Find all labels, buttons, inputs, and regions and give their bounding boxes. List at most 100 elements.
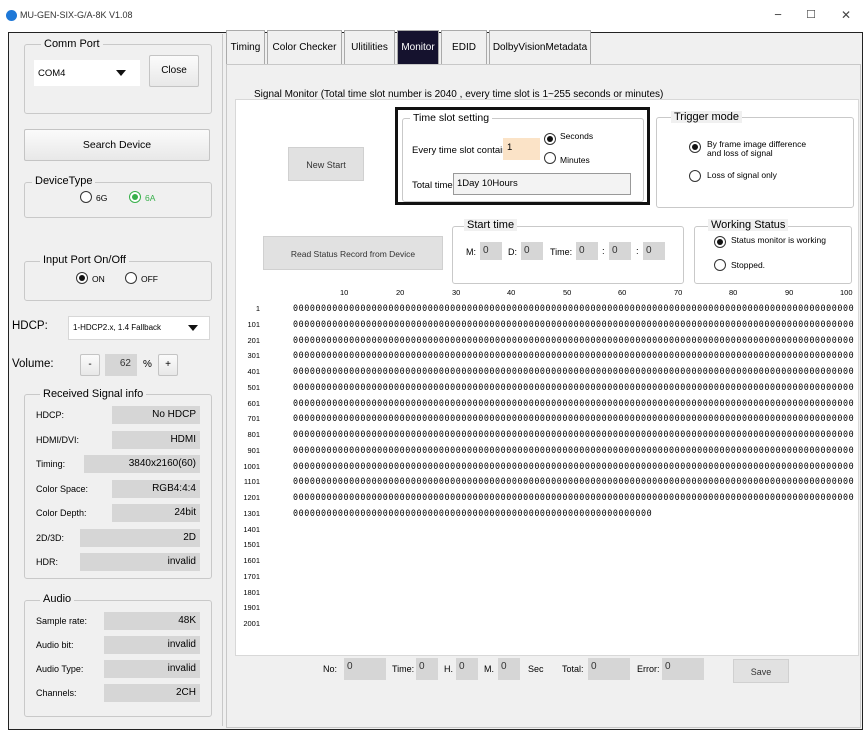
grid-row-number: 901: [247, 445, 260, 455]
signal-info-value: invalid: [80, 553, 200, 571]
start-month-input[interactable]: 0: [480, 242, 502, 260]
grid-row-number: 1201: [243, 493, 260, 502]
footer-no-value: 0: [344, 658, 386, 680]
total-time-label: Total time:: [412, 180, 456, 191]
device-type-6g-label: 6G: [96, 193, 108, 203]
minimize-button[interactable]: −: [768, 6, 788, 24]
signal-info-key: Color Space:: [36, 484, 89, 494]
grid-row-number: 801: [247, 430, 260, 439]
input-port-on-radio[interactable]: [76, 272, 88, 284]
grid-column-header: 50: [563, 288, 572, 297]
read-status-button[interactable]: Read Status Record from Device: [263, 236, 443, 270]
grid-row-data: 0000000000000000000000000000000000000000…: [293, 492, 854, 502]
working-status-label: Working Status: [708, 219, 789, 231]
grid-row-data: 0000000000000000000000000000000000000000…: [293, 429, 854, 439]
grid-column-header: 90: [785, 288, 794, 297]
grid-row-number: 701: [247, 414, 260, 424]
device-type-6a-label: 6A: [145, 193, 156, 203]
grid-column-header: 100: [840, 288, 853, 297]
grid-row-number: 1101: [243, 477, 260, 487]
time-slot-minutes-label: Minutes: [560, 155, 590, 165]
grid-row-number: 1901: [243, 603, 260, 613]
comm-port-label: Comm Port: [41, 38, 103, 50]
working-status-working-label: Status monitor is working: [731, 235, 826, 245]
signal-info-key: Color Depth:: [36, 508, 87, 518]
tab-color checker[interactable]: Color Checker: [267, 30, 342, 65]
audio-info-value: 2CH: [104, 684, 200, 702]
signal-info-value: No HDCP: [112, 406, 200, 424]
start-day-input[interactable]: 0: [521, 242, 543, 260]
input-port-off-radio[interactable]: [125, 272, 137, 284]
footer-seconds-value: 0: [498, 658, 520, 680]
grid-row-data: 0000000000000000000000000000000000000000…: [293, 397, 854, 408]
audio-info-key: Audio bit:: [36, 640, 74, 650]
volume-input[interactable]: 62: [105, 354, 137, 376]
grid-row-number: 101: [247, 319, 260, 329]
start-minute-input[interactable]: 0: [609, 242, 631, 260]
tab-timing[interactable]: Timing: [226, 30, 265, 65]
working-status-working-radio[interactable]: [714, 236, 726, 248]
device-type-6a-radio[interactable]: [129, 191, 141, 203]
grid-row-number: 1501: [243, 540, 260, 550]
grid-row-data: 0000000000000000000000000000000000000000…: [293, 381, 854, 392]
grid-row-data: 0000000000000000000000000000000000000000…: [293, 444, 854, 455]
save-button[interactable]: Save: [733, 659, 789, 683]
time-slot-seconds-radio[interactable]: [544, 133, 556, 145]
start-time-separator: :: [636, 246, 639, 257]
grid-row-data: 0000000000000000000000000000000000000000…: [293, 366, 854, 376]
window-title: MU-GEN-SIX-G/A-8K V1.08: [20, 10, 133, 20]
volume-decrease-button[interactable]: -: [80, 354, 100, 376]
close-port-button[interactable]: Close: [149, 55, 199, 87]
volume-label: Volume:: [12, 358, 54, 370]
grid-row-number: 2001: [243, 619, 260, 628]
start-hour-input[interactable]: 0: [576, 242, 598, 260]
start-time-field-label: Time:: [550, 247, 573, 257]
audio-info-key: Audio Type:: [36, 664, 84, 674]
grid-row-number: 1701: [243, 571, 260, 581]
footer-hours-label: H.: [444, 664, 453, 674]
trigger-loss-of-signal-label: Loss of signal only: [707, 170, 777, 180]
trigger-frame-difference-radio[interactable]: [689, 141, 701, 153]
hdcp-value: 1-HDCP2.x, 1.4 Fallback: [73, 323, 162, 332]
grid-column-header: 30: [452, 288, 461, 297]
signal-info-key: Timing:: [36, 459, 66, 469]
trigger-frame-difference-label: By frame image difference and loss of si…: [707, 139, 807, 158]
audio-label: Audio: [40, 593, 75, 605]
chevron-down-icon: [188, 325, 198, 331]
start-second-input[interactable]: 0: [643, 242, 665, 260]
grid-row-number: 1801: [243, 587, 260, 597]
trigger-loss-of-signal-radio[interactable]: [689, 170, 701, 182]
grid-row-number: 401: [247, 367, 260, 376]
start-day-label: D:: [508, 247, 517, 257]
tab-monitor[interactable]: Monitor: [397, 30, 439, 65]
signal-info-value: RGB4:4:4: [112, 480, 200, 498]
close-window-button[interactable]: ✕: [836, 6, 856, 24]
signal-info-key: HDMI/DVI:: [36, 435, 80, 445]
start-time-label: Start time: [464, 219, 518, 231]
comm-port-value: COM4: [38, 68, 66, 79]
grid-row-data: 0000000000000000000000000000000000000000…: [293, 318, 854, 329]
new-start-button[interactable]: New Start: [288, 147, 364, 181]
volume-increase-button[interactable]: +: [158, 354, 178, 376]
time-slot-contain-input[interactable]: 1: [503, 138, 540, 160]
audio-info-key: Channels:: [36, 688, 77, 698]
tab-dolbyvisionmetadata[interactable]: DolbyVisionMetadata: [489, 30, 591, 65]
footer-time-label: Time:: [392, 664, 415, 674]
app-icon: [6, 10, 17, 21]
grid-column-header: 60: [618, 288, 627, 297]
time-slot-seconds-label: Seconds: [560, 131, 594, 141]
search-device-button[interactable]: Search Device: [24, 129, 210, 161]
time-slot-minutes-radio[interactable]: [544, 152, 556, 164]
grid-row-number: 601: [247, 398, 260, 408]
tab-edid[interactable]: EDID: [441, 30, 487, 65]
footer-hours-value: 0: [416, 658, 438, 680]
footer-seconds-label: Sec: [528, 664, 544, 674]
tab-ulitilities[interactable]: Ulitilities: [344, 30, 395, 65]
grid-row-number: 1601: [243, 556, 260, 565]
grid-row-number: 1: [255, 304, 260, 313]
device-type-6g-radio[interactable]: [80, 191, 92, 203]
working-status-stopped-radio[interactable]: [714, 259, 726, 271]
maximize-button[interactable]: ☐: [801, 6, 821, 24]
audio-info-key: Sample rate:: [36, 616, 88, 626]
signal-info-value: 2D: [80, 529, 200, 547]
